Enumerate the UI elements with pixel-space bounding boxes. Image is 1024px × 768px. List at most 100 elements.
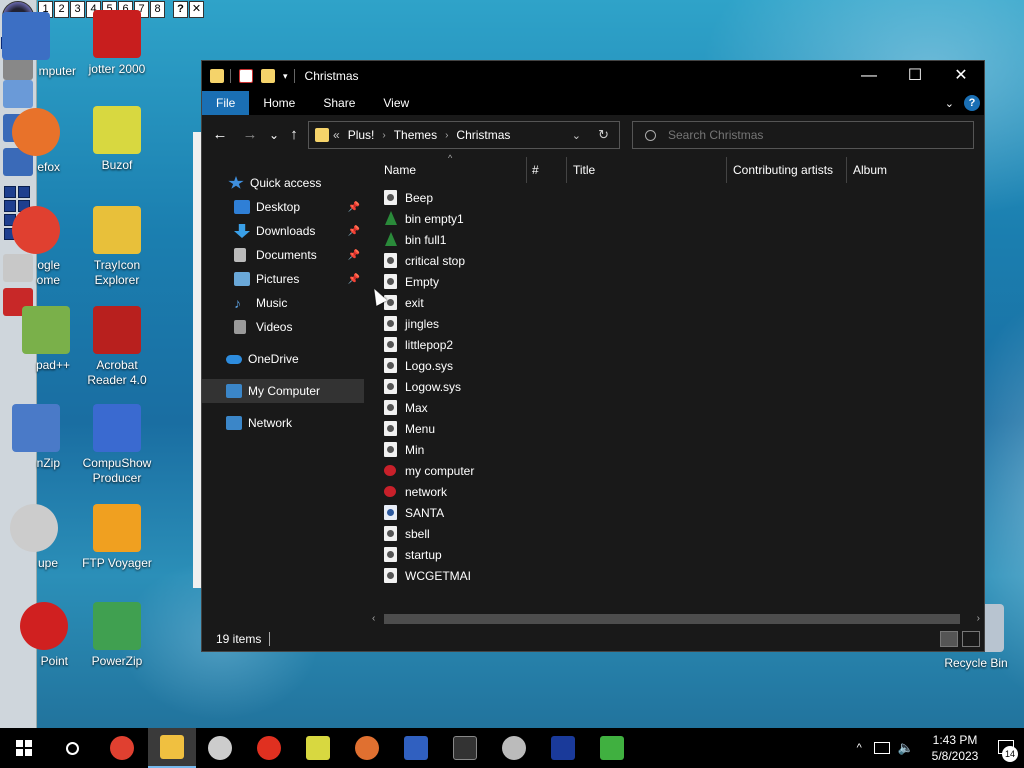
- monitor-icon[interactable]: [3, 80, 33, 108]
- desktop-icon-jotter[interactable]: jotter 2000: [75, 10, 159, 77]
- desktop-icon-acrobat[interactable]: Acrobat Reader 4.0: [75, 306, 159, 388]
- column-album[interactable]: Album: [853, 161, 887, 185]
- nav-item-downloads[interactable]: Downloads 📌: [202, 219, 364, 243]
- desktop-icon-ftp[interactable]: FTP Voyager: [75, 504, 159, 571]
- file-row[interactable]: Min: [384, 439, 474, 460]
- pin-icon[interactable]: 📌: [348, 274, 360, 285]
- breadcrumb-themes[interactable]: Themes: [394, 128, 437, 142]
- help-icon[interactable]: ?: [964, 95, 980, 111]
- desktop-icon-firefox[interactable]: efox: [10, 108, 60, 175]
- taskbar-scope[interactable]: [196, 728, 244, 768]
- recent-locations-button[interactable]: ⌄: [264, 125, 284, 145]
- nav-item-music[interactable]: ♪ Music: [202, 291, 364, 315]
- large-icons-view-icon[interactable]: [962, 631, 980, 647]
- scroll-right-icon[interactable]: ›: [977, 611, 980, 627]
- taskbar-blue-app[interactable]: [539, 728, 587, 768]
- desktop-icon-buzof[interactable]: Buzof: [75, 106, 159, 173]
- file-row[interactable]: Logow.sys: [384, 376, 474, 397]
- address-history-icon[interactable]: ⌄: [572, 129, 581, 142]
- customize-dropdown-icon[interactable]: ▾: [283, 71, 288, 82]
- desktop-icon-trayicon[interactable]: TrayIcon Explorer: [75, 206, 159, 288]
- nav-item-videos[interactable]: Videos: [202, 315, 364, 339]
- file-row[interactable]: startup: [384, 544, 474, 565]
- file-row[interactable]: critical stop: [384, 250, 474, 271]
- taskbar-buzof[interactable]: [294, 728, 342, 768]
- file-row[interactable]: Max: [384, 397, 474, 418]
- desktop-icon-powerzip[interactable]: PowerZip: [75, 602, 159, 669]
- file-row[interactable]: Logo.sys: [384, 355, 474, 376]
- file-row[interactable]: my computer: [384, 460, 474, 481]
- file-row[interactable]: Empty: [384, 271, 474, 292]
- pin-icon[interactable]: 📌: [348, 226, 360, 237]
- desk-button[interactable]: 2: [54, 1, 69, 18]
- close-button[interactable]: ✕: [189, 1, 204, 18]
- desktop-icon-winzip[interactable]: nZip: [10, 404, 60, 471]
- taskbar-balloon-app[interactable]: [343, 728, 391, 768]
- tab-file[interactable]: File: [202, 91, 250, 115]
- horizontal-scrollbar[interactable]: ‹ ›: [370, 611, 982, 627]
- network-status-icon[interactable]: [873, 742, 890, 754]
- notification-center-button[interactable]: 14: [990, 728, 1024, 768]
- volume-icon[interactable]: 🔈: [898, 740, 914, 756]
- expand-ribbon-icon[interactable]: ⌄: [945, 97, 954, 110]
- file-row[interactable]: Beep: [384, 187, 474, 208]
- scroll-thumb[interactable]: [384, 614, 960, 624]
- taskbar-chrome[interactable]: [98, 728, 146, 768]
- taskbar-arrow-app[interactable]: [245, 728, 293, 768]
- taskbar-recycle-app[interactable]: [588, 728, 636, 768]
- file-row[interactable]: WCGETMAI: [384, 565, 474, 586]
- column-number[interactable]: #: [532, 161, 539, 185]
- file-row[interactable]: Menu: [384, 418, 474, 439]
- search-box[interactable]: [632, 121, 974, 149]
- new-folder-icon[interactable]: [261, 69, 275, 83]
- start-button[interactable]: [0, 728, 48, 768]
- file-row[interactable]: exit: [384, 292, 474, 313]
- desktop-icon-compushow[interactable]: CompuShow Producer: [75, 404, 159, 486]
- maximize-button[interactable]: ☐: [892, 61, 938, 91]
- up-button[interactable]: ↑: [284, 125, 304, 145]
- file-row[interactable]: jingles: [384, 313, 474, 334]
- forward-button[interactable]: →: [240, 125, 260, 145]
- nav-item-onedrive[interactable]: OneDrive: [202, 347, 364, 371]
- taskbar-file-explorer[interactable]: [148, 728, 196, 768]
- chevron-right-icon[interactable]: ›: [382, 130, 385, 141]
- column-title[interactable]: Title: [573, 161, 595, 185]
- desktop-icon-chrome[interactable]: ogle ome: [10, 206, 60, 288]
- nav-item-desktop[interactable]: Desktop 📌: [202, 195, 364, 219]
- show-hidden-icons-icon[interactable]: ^: [857, 742, 862, 754]
- search-input[interactable]: [668, 128, 948, 142]
- details-view-icon[interactable]: [940, 631, 958, 647]
- search-button[interactable]: [48, 728, 96, 768]
- overflow-glyph[interactable]: «: [333, 128, 340, 142]
- tab-home[interactable]: Home: [249, 91, 309, 115]
- file-row[interactable]: network: [384, 481, 474, 502]
- properties-icon[interactable]: [239, 69, 253, 83]
- chevron-right-icon[interactable]: ›: [445, 130, 448, 141]
- tab-view[interactable]: View: [369, 91, 423, 115]
- desktop-icon-notepad[interactable]: pad++: [20, 306, 70, 373]
- nav-item-network[interactable]: Network: [202, 411, 364, 435]
- help-button[interactable]: ?: [173, 1, 188, 18]
- back-button[interactable]: ←: [210, 125, 230, 145]
- nav-item-quick-access[interactable]: Quick access: [202, 171, 364, 195]
- taskbar-disk-app[interactable]: [490, 728, 538, 768]
- file-row[interactable]: SANTA: [384, 502, 474, 523]
- file-row[interactable]: sbell: [384, 523, 474, 544]
- refresh-button[interactable]: ↻: [598, 127, 609, 143]
- desktop-icon-scope[interactable]: upe: [8, 504, 58, 571]
- taskbar-command-prompt[interactable]: [441, 728, 489, 768]
- breadcrumb-christmas[interactable]: Christmas: [456, 128, 510, 142]
- nav-item-documents[interactable]: Documents 📌: [202, 243, 364, 267]
- close-button[interactable]: ✕: [938, 61, 984, 91]
- file-row[interactable]: bin empty1: [384, 208, 474, 229]
- nav-item-my-computer[interactable]: My Computer: [202, 379, 364, 403]
- pin-icon[interactable]: 📌: [348, 250, 360, 261]
- file-row[interactable]: littlepop2: [384, 334, 474, 355]
- nav-item-pictures[interactable]: Pictures 📌: [202, 267, 364, 291]
- desktop-icon-computer[interactable]: mputer: [0, 12, 76, 79]
- system-clock[interactable]: 1:43 PM 5/8/2023: [920, 732, 990, 764]
- scroll-left-icon[interactable]: ‹: [372, 611, 375, 627]
- desktop-icon-powerpoint[interactable]: Point: [18, 602, 68, 669]
- breadcrumb-plus[interactable]: Plus!: [348, 128, 375, 142]
- column-contributing-artists[interactable]: Contributing artists: [733, 161, 833, 185]
